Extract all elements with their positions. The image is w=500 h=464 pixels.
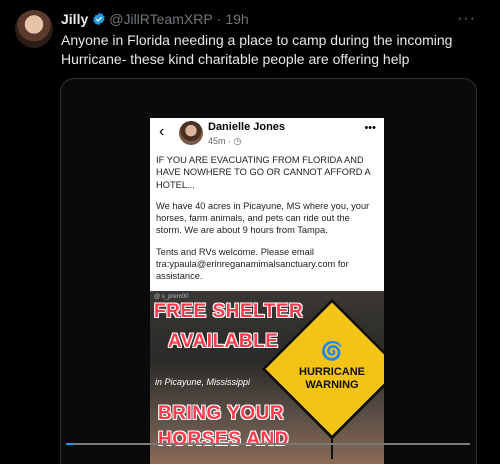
banner-headline-1: FREE SHELTER <box>154 301 304 322</box>
embedded-post-meta: 45m · ◷ <box>208 136 242 146</box>
embedded-author-avatar <box>179 121 203 145</box>
banner-headline-2: AVAILABLE <box>168 331 279 352</box>
embedded-paragraph: Tents and RVs welcome. Please email tra:… <box>156 246 349 282</box>
tweet-header: Jilly @JillRTeamXRP · 19h <box>61 10 249 28</box>
handle[interactable]: @JillRTeamXRP <box>109 11 212 27</box>
banner-headline-4: HORSES AND <box>158 429 289 450</box>
banner-headline-3: BRING YOUR <box>158 403 285 424</box>
video-progress-fill <box>66 443 75 445</box>
embedded-author-name: Danielle Jones <box>208 121 286 133</box>
media-frame[interactable]: ‹ Danielle Jones 45m · ◷ ••• IF YOU ARE … <box>60 78 477 464</box>
display-name[interactable]: Jilly <box>61 11 88 27</box>
embedded-paragraph: IF YOU ARE EVACUATING FROM FLORIDA AND H… <box>156 155 371 190</box>
embedded-post-screenshot: ‹ Danielle Jones 45m · ◷ ••• IF YOU ARE … <box>150 118 384 464</box>
separator-dot: · <box>216 11 222 27</box>
tweet-text: Anyone in Florida needing a place to cam… <box>61 32 453 67</box>
back-arrow-icon: ‹ <box>159 123 165 140</box>
banner-location: in Picayune, Mississippi <box>155 377 251 387</box>
shelter-banner-image: @ s_prem00 FREE SHELTER AVAILABLE in Pic… <box>150 291 384 464</box>
warning-sign-content: 🌀 HURRICANE WARNING <box>282 319 382 419</box>
embedded-paragraph: We have 40 acres in Picayune, MS where y… <box>156 200 370 236</box>
embedded-post-header: ‹ Danielle Jones 45m · ◷ ••• <box>150 118 384 154</box>
avatar[interactable] <box>15 10 53 48</box>
banner-credit: @ s_prem00 <box>154 294 189 300</box>
video-progress-bar[interactable] <box>66 443 470 445</box>
hurricane-icon: 🌀 <box>320 340 344 361</box>
verified-badge-icon <box>93 12 106 26</box>
embedded-more-icon: ••• <box>364 122 376 134</box>
timestamp[interactable]: 19h <box>225 11 248 27</box>
more-options-icon[interactable]: ··· <box>457 10 476 28</box>
warning-text-1: HURRICANE <box>299 365 365 378</box>
embedded-post-body: IF YOU ARE EVACUATING FROM FLORIDA AND H… <box>150 154 384 283</box>
warning-text-2: WARNING <box>305 378 359 391</box>
